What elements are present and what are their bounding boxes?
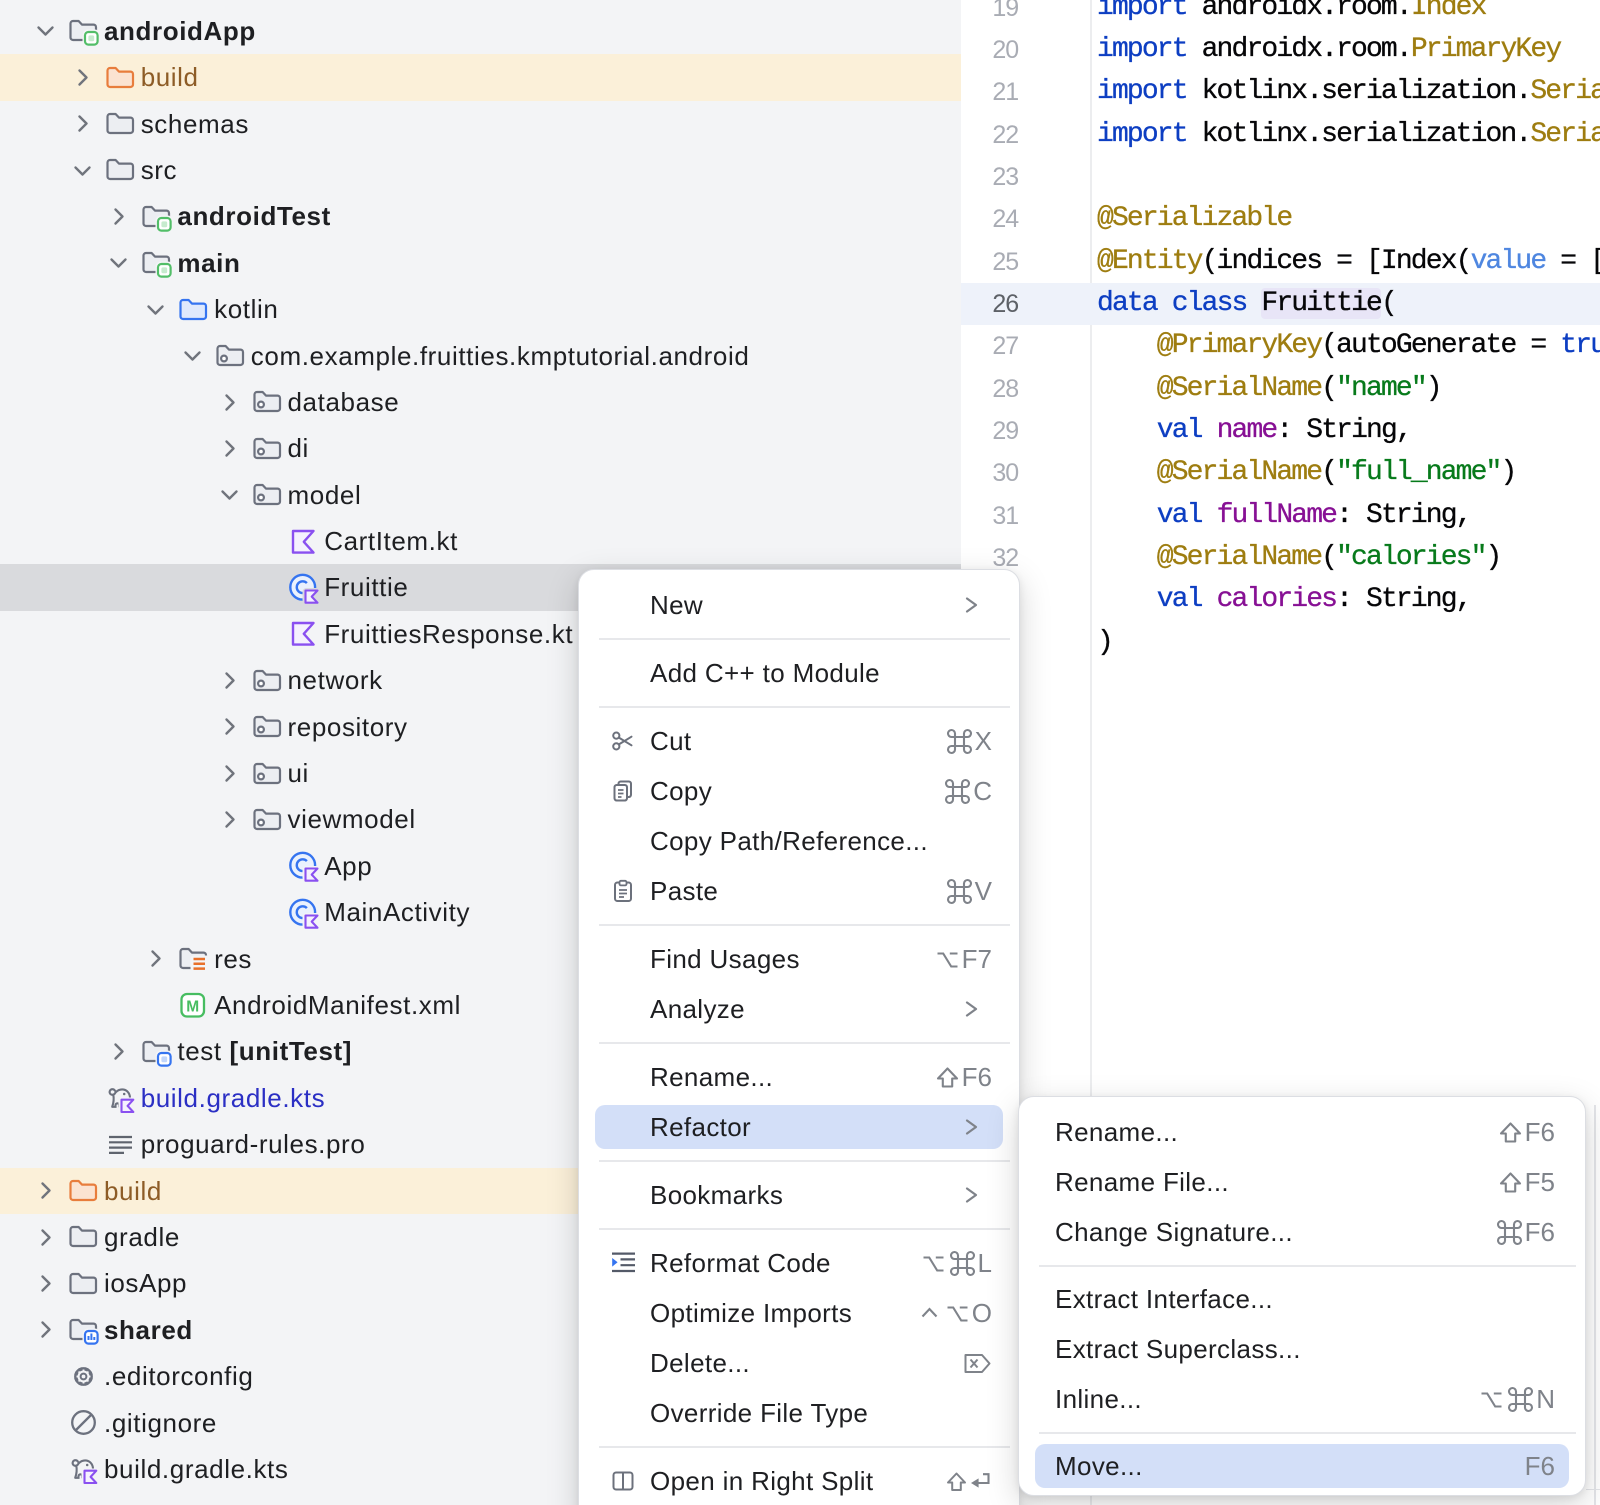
svg-text:M: M (186, 998, 199, 1015)
